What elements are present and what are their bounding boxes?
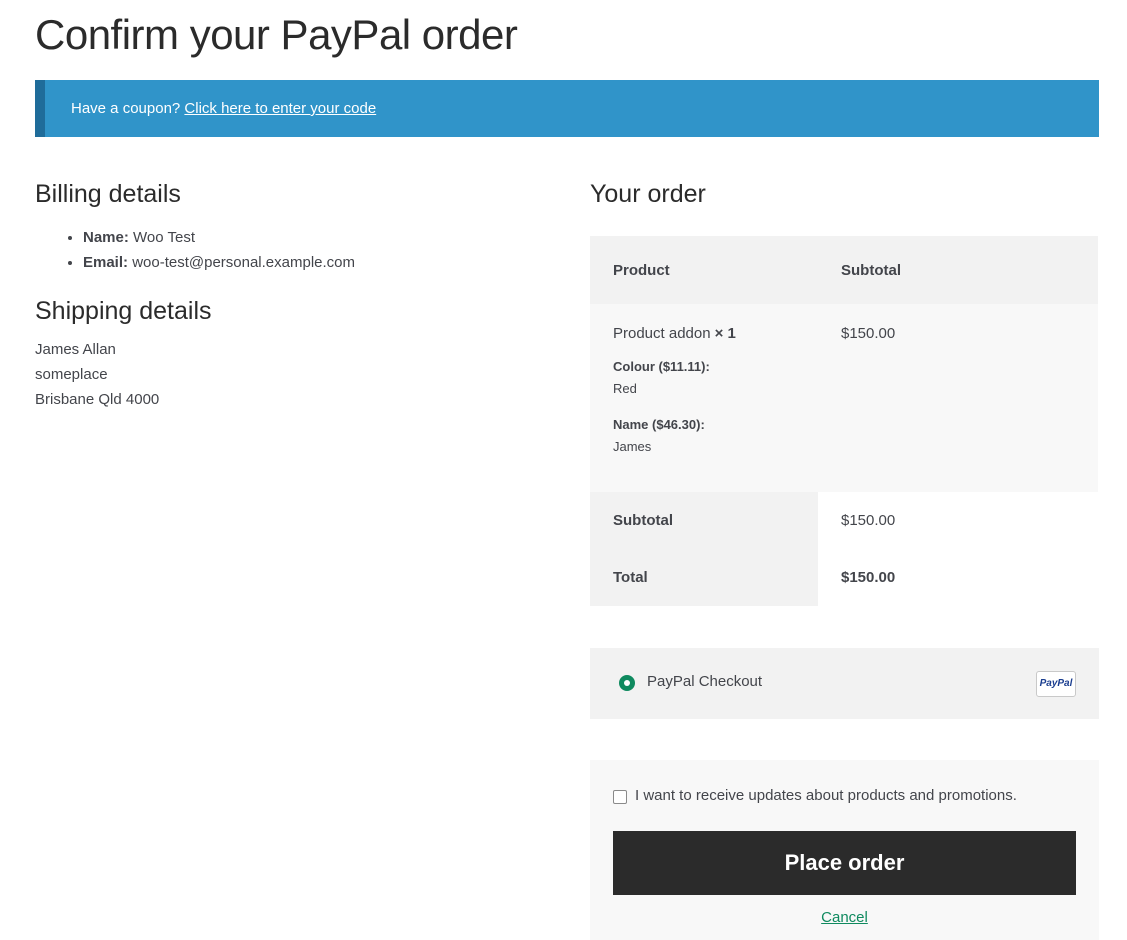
billing-name-value: Woo Test [133, 228, 196, 246]
billing-email-label: Email: [83, 253, 129, 271]
updates-checkbox[interactable] [613, 790, 627, 804]
updates-checkbox-label[interactable]: I want to receive updates about products… [635, 787, 1017, 804]
table-row: Product addon × 1 Colour ($11.11): Red Na… [590, 304, 1098, 492]
order-table: Product Subtotal Product addon × 1 Colour… [590, 236, 1098, 606]
customer-details: Billing details Name: Woo Test Email: wo… [35, 178, 555, 412]
billing-email: Email: woo-test@personal.example.com [83, 250, 555, 275]
shipping-address: James Allan someplace Brisbane Qld 4000 [35, 337, 555, 412]
shipping-heading: Shipping details [35, 296, 212, 325]
table-header: Product Subtotal [590, 236, 1098, 304]
coupon-text: Have a coupon? [71, 100, 181, 117]
shipping-line: Brisbane Qld 4000 [35, 391, 160, 408]
col-product: Product [613, 261, 670, 279]
shipping-line: someplace [35, 366, 108, 383]
order-heading: Your order [590, 180, 706, 208]
billing-name-label: Name: [83, 228, 129, 246]
item-name: Product addon [613, 325, 711, 342]
item-product: Product addon × 1 Colour ($11.11): Red Na… [590, 304, 818, 492]
subtotal-value: $150.00 [841, 512, 896, 529]
page-title: Confirm your PayPal order [35, 11, 518, 58]
meta-label: Name ($46.30): [613, 417, 705, 432]
place-order-section: I want to receive updates about products… [590, 760, 1099, 940]
meta-value: Red [613, 381, 637, 396]
paypal-logo-icon: PayPal [1036, 671, 1076, 697]
meta-label: Colour ($11.11): [613, 359, 710, 374]
meta-value: James [613, 439, 652, 454]
payment-methods: PayPal Checkout PayPal [590, 648, 1099, 719]
order-review: Your order Product Subtotal Product addo… [590, 178, 1099, 606]
coupon-link[interactable]: Click here to enter your code [184, 100, 376, 117]
total-row: Total $150.00 [590, 549, 1098, 606]
col-subtotal: Subtotal [841, 261, 901, 279]
total-value: $150.00 [841, 569, 896, 586]
coupon-notice: Have a coupon? Click here to enter your … [35, 80, 1099, 137]
shipping-line: James Allan [35, 341, 116, 358]
subtotal-row: Subtotal $150.00 [590, 492, 1098, 549]
item-meta: Colour ($11.11): Red Name ($46.30): Jame… [613, 356, 818, 458]
item-qty: × 1 [714, 325, 736, 342]
billing-name: Name: Woo Test [83, 225, 555, 250]
payment-method-label[interactable]: PayPal Checkout [647, 673, 762, 690]
paypal-radio[interactable] [619, 675, 635, 691]
place-order-button[interactable]: Place order [613, 831, 1076, 895]
total-label: Total [590, 549, 818, 606]
cancel-link[interactable]: Cancel [590, 909, 1099, 926]
subtotal-label: Subtotal [590, 492, 818, 549]
billing-heading: Billing details [35, 180, 181, 208]
billing-list: Name: Woo Test Email: woo-test@personal.… [35, 225, 555, 275]
billing-email-value: woo-test@personal.example.com [132, 253, 356, 271]
item-price: $150.00 [841, 325, 896, 342]
